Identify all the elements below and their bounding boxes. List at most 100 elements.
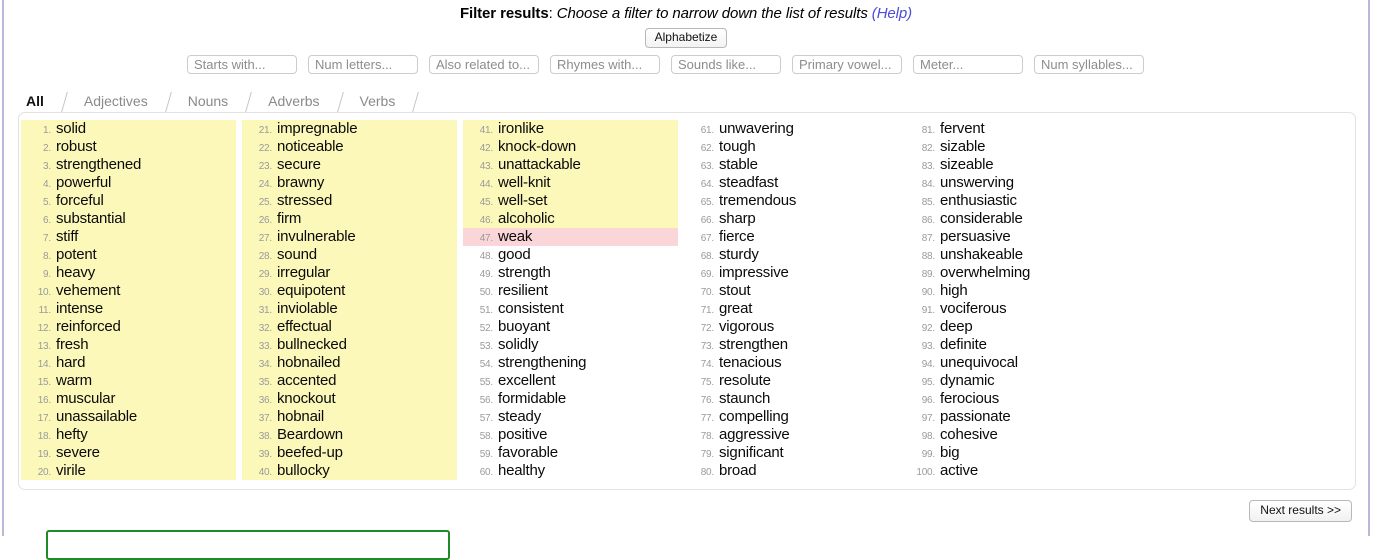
result-row[interactable]: 40. bullocky [242, 462, 457, 480]
tab-adverbs[interactable]: Adverbs [255, 93, 332, 112]
result-row[interactable]: 66. sharp [684, 210, 899, 228]
result-row[interactable]: 48. good [463, 246, 678, 264]
result-word[interactable]: strengthening [498, 354, 587, 372]
result-row[interactable]: 30. equipotent [242, 282, 457, 300]
result-word[interactable]: vigorous [719, 318, 774, 336]
result-word[interactable]: unequivocal [940, 354, 1018, 372]
result-word[interactable]: excellent [498, 372, 556, 390]
result-word[interactable]: fierce [719, 228, 755, 246]
result-word[interactable]: sharp [719, 210, 756, 228]
result-row[interactable]: 35. accented [242, 372, 457, 390]
result-row[interactable]: 13. fresh [21, 336, 236, 354]
primary-vowel-input[interactable] [792, 55, 902, 74]
result-word[interactable]: sizeable [940, 156, 994, 174]
sounds-like-input[interactable] [671, 55, 781, 74]
result-word[interactable]: impregnable [277, 120, 358, 138]
result-row[interactable]: 78. aggressive [684, 426, 899, 444]
result-word[interactable]: secure [277, 156, 321, 174]
result-row[interactable]: 73. strengthen [684, 336, 899, 354]
result-word[interactable]: intense [56, 300, 103, 318]
result-row[interactable]: 52. buoyant [463, 318, 678, 336]
result-row[interactable]: 7. stiff [21, 228, 236, 246]
result-word[interactable]: ironlike [498, 120, 544, 138]
tab-verbs[interactable]: Verbs [347, 93, 409, 112]
result-word[interactable]: vehement [56, 282, 120, 300]
result-word[interactable]: positive [498, 426, 547, 444]
result-row[interactable]: 37. hobnail [242, 408, 457, 426]
result-word[interactable]: hobnail [277, 408, 324, 426]
rhymes-with-input[interactable] [550, 55, 660, 74]
result-row[interactable]: 44. well-knit [463, 174, 678, 192]
result-word[interactable]: enthusiastic [940, 192, 1017, 210]
result-word[interactable]: resolute [719, 372, 771, 390]
result-row[interactable]: 43. unattackable [463, 156, 678, 174]
result-row[interactable]: 68. sturdy [684, 246, 899, 264]
num-syllables-input[interactable] [1034, 55, 1144, 74]
result-row[interactable]: 51. consistent [463, 300, 678, 318]
tab-adjectives[interactable]: Adjectives [71, 93, 161, 112]
result-word[interactable]: staunch [719, 390, 770, 408]
result-word[interactable]: unassailable [56, 408, 137, 426]
starts-with-input[interactable] [187, 55, 297, 74]
result-row[interactable]: 93. definite [905, 336, 1120, 354]
result-row[interactable]: 10. vehement [21, 282, 236, 300]
result-row[interactable]: 15. warm [21, 372, 236, 390]
result-row[interactable]: 53. solidly [463, 336, 678, 354]
result-word[interactable]: substantial [56, 210, 126, 228]
result-row[interactable]: 62. tough [684, 138, 899, 156]
result-word[interactable]: warm [56, 372, 92, 390]
tab-all[interactable]: All [18, 93, 57, 112]
result-row[interactable]: 32. effectual [242, 318, 457, 336]
result-row[interactable]: 16. muscular [21, 390, 236, 408]
result-row[interactable]: 4. powerful [21, 174, 236, 192]
result-word[interactable]: unattackable [498, 156, 581, 174]
result-word[interactable]: persuasive [940, 228, 1011, 246]
result-row[interactable]: 58. positive [463, 426, 678, 444]
result-row[interactable]: 28. sound [242, 246, 457, 264]
result-word[interactable]: stiff [56, 228, 78, 246]
result-row[interactable]: 84. unswerving [905, 174, 1120, 192]
result-word[interactable]: fresh [56, 336, 89, 354]
result-row[interactable]: 81. fervent [905, 120, 1120, 138]
result-row[interactable]: 36. knockout [242, 390, 457, 408]
result-row[interactable]: 6. substantial [21, 210, 236, 228]
result-word[interactable]: strengthened [56, 156, 141, 174]
result-word[interactable]: good [498, 246, 531, 264]
result-word[interactable]: impressive [719, 264, 789, 282]
result-row[interactable]: 77. compelling [684, 408, 899, 426]
result-word[interactable]: stressed [277, 192, 332, 210]
result-word[interactable]: forceful [56, 192, 104, 210]
result-row[interactable]: 57. steady [463, 408, 678, 426]
result-row[interactable]: 87. persuasive [905, 228, 1120, 246]
also-related-to-input[interactable] [429, 55, 539, 74]
result-row[interactable]: 19. severe [21, 444, 236, 462]
result-word[interactable]: brawny [277, 174, 324, 192]
result-word[interactable]: well-knit [498, 174, 551, 192]
tab-nouns[interactable]: Nouns [175, 93, 241, 112]
result-row[interactable]: 72. vigorous [684, 318, 899, 336]
result-row[interactable]: 89. overwhelming [905, 264, 1120, 282]
result-row[interactable]: 83. sizeable [905, 156, 1120, 174]
result-word[interactable]: resilient [498, 282, 548, 300]
result-row[interactable]: 34. hobnailed [242, 354, 457, 372]
result-word[interactable]: bullnecked [277, 336, 347, 354]
result-row[interactable]: 22. noticeable [242, 138, 457, 156]
result-word[interactable]: effectual [277, 318, 332, 336]
result-row[interactable]: 82. sizable [905, 138, 1120, 156]
result-word[interactable]: firm [277, 210, 301, 228]
result-word[interactable]: steadfast [719, 174, 778, 192]
meter-input[interactable] [913, 55, 1023, 74]
result-word[interactable]: big [940, 444, 960, 462]
result-word[interactable]: accented [277, 372, 336, 390]
result-word[interactable]: heavy [56, 264, 95, 282]
result-word[interactable]: cohesive [940, 426, 998, 444]
result-word[interactable]: solid [56, 120, 86, 138]
result-word[interactable]: hard [56, 354, 85, 372]
result-row[interactable]: 1. solid [21, 120, 236, 138]
result-row[interactable]: 98. cohesive [905, 426, 1120, 444]
result-row[interactable]: 38. Beardown [242, 426, 457, 444]
result-row[interactable]: 2. robust [21, 138, 236, 156]
result-word[interactable]: powerful [56, 174, 111, 192]
result-row[interactable]: 9. heavy [21, 264, 236, 282]
result-word[interactable]: formidable [498, 390, 566, 408]
